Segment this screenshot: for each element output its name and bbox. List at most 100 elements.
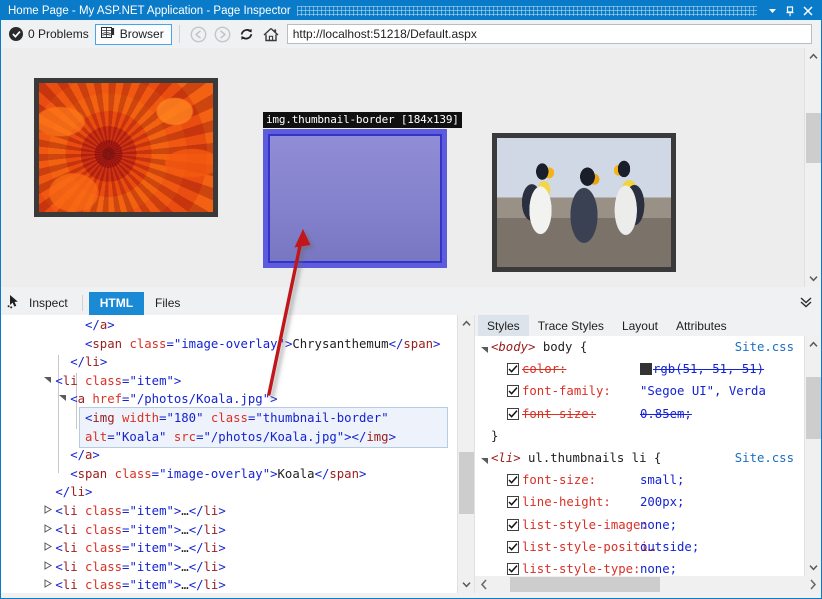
html-code-line[interactable]: <li class="item"> xyxy=(1,372,457,391)
html-markup-view[interactable]: </a><span class="image-overlay">Chrysant… xyxy=(1,315,457,593)
styles-hscroll-thumb[interactable] xyxy=(510,577,660,592)
twisty-collapsed-icon[interactable] xyxy=(42,505,53,516)
declaration-value[interactable]: rgb(51, 51, 51) xyxy=(653,358,764,380)
close-icon[interactable] xyxy=(799,2,817,19)
declaration-value[interactable]: none; xyxy=(640,514,677,536)
styles-scroll-thumb[interactable] xyxy=(806,377,821,439)
code-token: < xyxy=(55,541,62,555)
thumbnail-koala[interactable] xyxy=(263,129,447,268)
declaration-value[interactable]: small; xyxy=(640,469,684,491)
html-code-line[interactable]: <li class="item">…</li> xyxy=(1,576,457,593)
scroll-down-icon[interactable] xyxy=(805,270,822,287)
style-source-link[interactable]: Site.css xyxy=(735,447,794,469)
html-code-line[interactable]: alt="Koala" src="/photos/Koala.jpg"></im… xyxy=(1,428,457,447)
tab-attributes[interactable]: Attributes xyxy=(667,315,736,336)
pin-icon[interactable] xyxy=(781,2,799,19)
html-scroll-thumb[interactable] xyxy=(459,452,474,514)
style-rule-header[interactable]: <body> body {Site.css xyxy=(475,336,804,358)
twisty-expanded-icon[interactable] xyxy=(480,452,489,474)
declaration-checkbox[interactable] xyxy=(507,474,519,486)
style-declaration[interactable]: list-style-type:none; xyxy=(475,558,804,576)
html-code-line[interactable]: </a> xyxy=(1,446,457,465)
styles-vertical-scrollbar[interactable] xyxy=(804,336,821,576)
styles-scroll-down-icon[interactable] xyxy=(805,559,822,576)
declaration-value[interactable]: outside; xyxy=(640,536,699,558)
style-declaration[interactable]: font-size:small; xyxy=(475,469,804,491)
styles-scroll-up-icon[interactable] xyxy=(805,336,822,353)
style-declaration[interactable]: line-height:200px; xyxy=(475,491,804,513)
html-code-line[interactable]: <span class="image-overlay">Koala</span> xyxy=(1,465,457,484)
twisty-expanded-icon[interactable] xyxy=(42,375,53,386)
html-code-line[interactable]: <li class="item">…</li> xyxy=(1,558,457,577)
style-declaration[interactable]: list-style-positi…outside; xyxy=(475,536,804,558)
code-token: width xyxy=(122,411,159,425)
style-rule-header[interactable]: <li> ul.thumbnails li {Site.css xyxy=(475,447,804,469)
html-vertical-scrollbar[interactable] xyxy=(457,315,474,593)
declaration-value[interactable]: 0.85em; xyxy=(640,403,692,425)
chevron-down-icon[interactable] xyxy=(763,2,781,19)
declaration-value[interactable]: "Segoe UI", Verda xyxy=(640,380,766,402)
twisty-collapsed-icon[interactable] xyxy=(42,542,53,553)
html-code-line[interactable]: </a> xyxy=(1,316,457,335)
style-source-link[interactable]: Site.css xyxy=(735,336,794,358)
styles-scroll-track[interactable] xyxy=(805,353,822,559)
html-code-line[interactable]: <img width="180" class="thumbnail-border… xyxy=(1,409,457,428)
tab-trace-styles[interactable]: Trace Styles xyxy=(529,315,613,336)
html-scroll-track[interactable] xyxy=(458,332,475,576)
styles-scroll-right-icon[interactable] xyxy=(804,576,821,593)
problems-indicator[interactable]: 0 Problems xyxy=(6,27,95,41)
html-code-line[interactable]: <li class="item">…</li> xyxy=(1,502,457,521)
home-icon[interactable] xyxy=(259,23,283,45)
declaration-checkbox[interactable] xyxy=(507,519,519,531)
tab-html[interactable]: HTML xyxy=(89,292,144,315)
style-declaration[interactable]: list-style-image:none; xyxy=(475,514,804,536)
inspect-button[interactable]: Inspect xyxy=(7,294,76,312)
html-code-line[interactable]: <li class="item">…</li> xyxy=(1,539,457,558)
styles-scroll-left-icon[interactable] xyxy=(475,576,492,593)
declaration-checkbox[interactable] xyxy=(507,363,519,375)
declaration-value[interactable]: 200px; xyxy=(640,491,684,513)
styles-hscroll-track[interactable] xyxy=(492,576,804,593)
twisty-expanded-icon[interactable] xyxy=(480,341,489,363)
back-button[interactable] xyxy=(187,23,211,45)
forward-button[interactable] xyxy=(211,23,235,45)
html-code-line[interactable]: </li> xyxy=(1,483,457,502)
styles-rules-view[interactable]: <body> body {Site.csscolor:rgb(51, 51, 5… xyxy=(475,336,804,576)
penguins-image xyxy=(497,138,671,267)
thumbnail-chrysanthemum[interactable] xyxy=(34,78,218,217)
style-declaration[interactable]: color:rgb(51, 51, 51) xyxy=(475,358,804,380)
url-text: http://localhost:51218/Default.aspx xyxy=(293,27,477,41)
tab-styles[interactable]: Styles xyxy=(478,315,529,336)
code-token: li xyxy=(63,560,78,574)
html-scroll-down-icon[interactable] xyxy=(458,576,475,593)
html-code-line[interactable]: </li> xyxy=(1,353,457,372)
twisty-collapsed-icon[interactable] xyxy=(42,524,53,535)
declaration-checkbox[interactable] xyxy=(507,385,519,397)
declaration-checkbox[interactable] xyxy=(507,541,519,553)
refresh-icon[interactable] xyxy=(235,23,259,45)
html-code-line[interactable]: <span class="image-overlay">Chrysanthemu… xyxy=(1,335,457,354)
html-scroll-up-icon[interactable] xyxy=(458,315,475,332)
tab-files[interactable]: Files xyxy=(144,292,191,315)
viewport-scroll-thumb[interactable] xyxy=(806,113,821,163)
declaration-checkbox[interactable] xyxy=(507,563,519,575)
tab-layout[interactable]: Layout xyxy=(613,315,667,336)
styles-horizontal-scrollbar[interactable] xyxy=(475,576,821,593)
url-input[interactable]: http://localhost:51218/Default.aspx xyxy=(287,24,812,44)
chevron-double-down-icon[interactable] xyxy=(799,295,813,312)
viewport-vertical-scrollbar[interactable] xyxy=(804,48,821,287)
declaration-checkbox[interactable] xyxy=(507,408,519,420)
twisty-expanded-icon[interactable] xyxy=(57,393,68,404)
thumbnail-penguins[interactable] xyxy=(492,133,676,272)
declaration-value[interactable]: none; xyxy=(640,558,677,576)
style-declaration[interactable]: font-family:"Segoe UI", Verda xyxy=(475,380,804,402)
twisty-collapsed-icon[interactable] xyxy=(42,579,53,590)
viewport-scroll-track[interactable] xyxy=(805,65,822,270)
html-code-line[interactable]: <a href="/photos/Koala.jpg"> xyxy=(1,390,457,409)
browser-tab[interactable]: Browser xyxy=(95,24,172,45)
style-declaration[interactable]: font-size:0.85em; xyxy=(475,403,804,425)
scroll-up-icon[interactable] xyxy=(805,48,822,65)
twisty-collapsed-icon[interactable] xyxy=(42,561,53,572)
declaration-checkbox[interactable] xyxy=(507,496,519,508)
html-code-line[interactable]: <li class="item">…</li> xyxy=(1,521,457,540)
